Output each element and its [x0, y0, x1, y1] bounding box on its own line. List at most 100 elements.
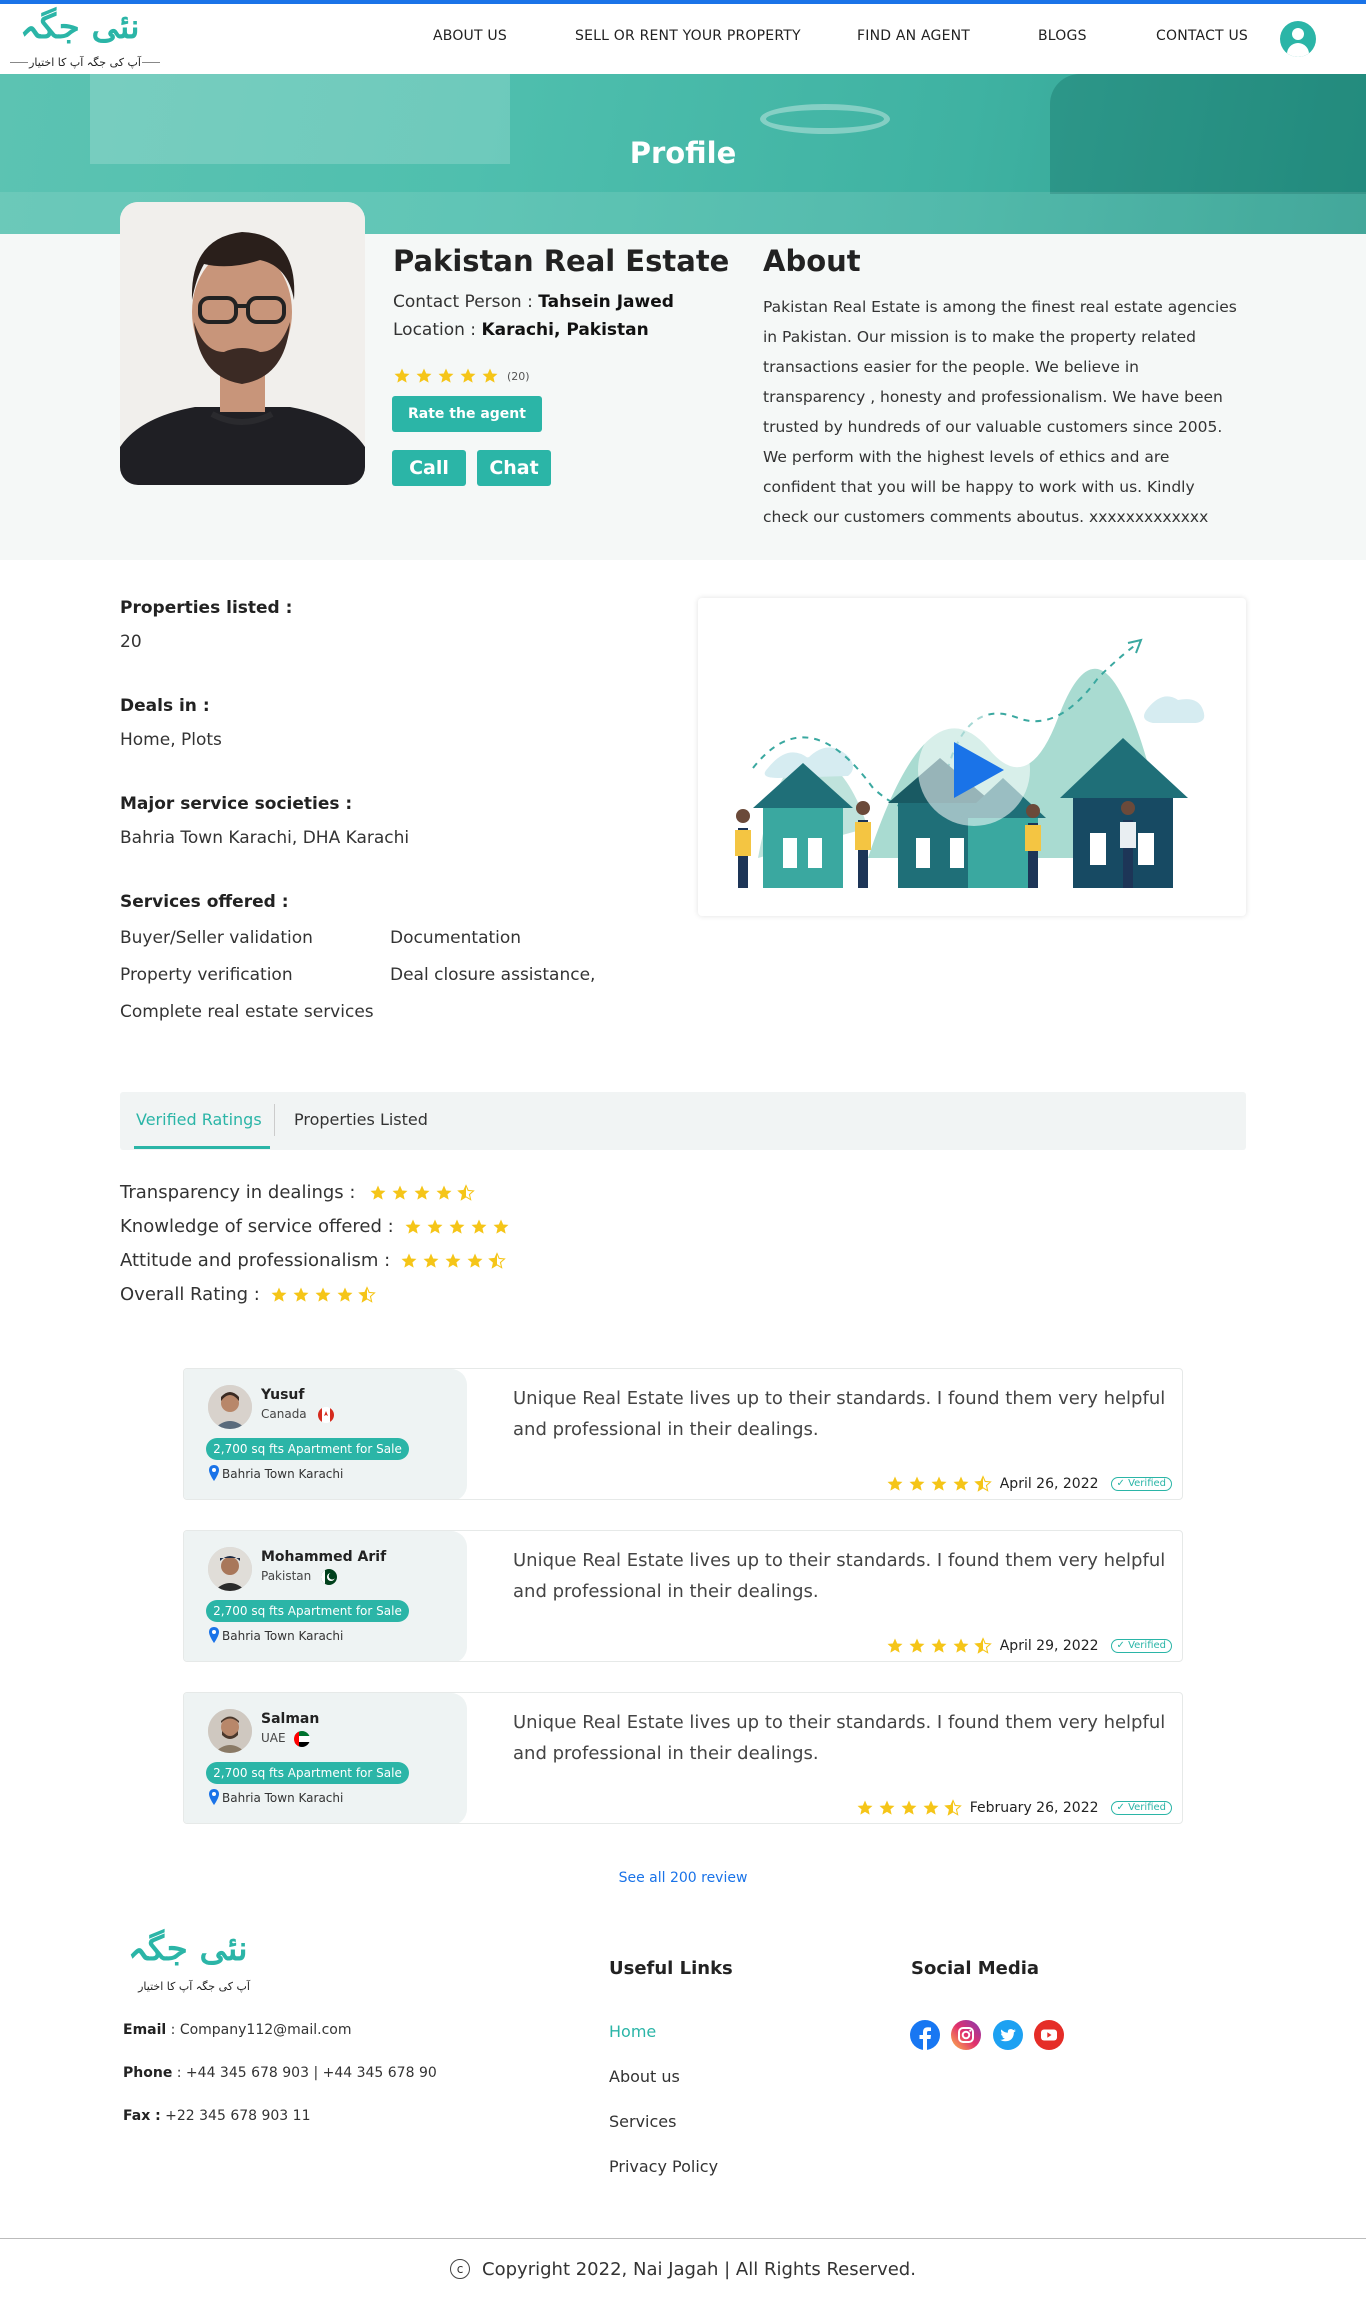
canada-flag-icon: [318, 1407, 334, 1423]
rate-agent-button[interactable]: Rate the agent: [392, 396, 542, 432]
footer-link-services[interactable]: Services: [609, 2112, 676, 2131]
rating-overall: Overall Rating :: [120, 1284, 376, 1305]
reviewer-name: Yusuf: [261, 1387, 305, 1403]
star-icon: [886, 1475, 904, 1493]
star-icon: [400, 1252, 418, 1270]
star-icon: [437, 367, 455, 385]
agent-rating: (20): [393, 367, 530, 385]
nav-blogs[interactable]: BLOGS: [1038, 28, 1087, 44]
star-rating: [404, 1218, 510, 1236]
agent-location: Location : Karachi, Pakistan: [393, 320, 649, 340]
avatar: [208, 1547, 252, 1591]
star-icon: [369, 1184, 387, 1202]
footer-fax: Fax : +22 345 678 903 11: [123, 2108, 311, 2124]
logo[interactable]: نئی جگہ آپ کی جگہ آپ کا اختیار: [10, 7, 160, 70]
deals-in-label: Deals in :: [120, 696, 210, 716]
deals-in-value: Home, Plots: [120, 730, 222, 750]
footer-logo[interactable]: نئی جگہ آپ کی جگہ آپ کا اختیار: [124, 1928, 264, 1998]
tab-properties-listed[interactable]: Properties Listed: [294, 1110, 428, 1129]
star-icon: [422, 1252, 440, 1270]
location-pin-icon: [209, 1465, 219, 1481]
star-half-icon: [974, 1475, 992, 1493]
star-icon: [470, 1218, 488, 1236]
reviewer-country: Pakistan: [261, 1569, 312, 1583]
youtube-icon[interactable]: [1034, 2020, 1064, 2050]
star-half-icon: [488, 1252, 506, 1270]
properties-listed-value: 20: [120, 632, 142, 652]
star-rating: [400, 1252, 506, 1270]
star-icon: [930, 1475, 948, 1493]
services-label: Services offered :: [120, 892, 289, 912]
about-text: Pakistan Real Estate is among the finest…: [763, 298, 1237, 526]
footer-logo-tagline: آپ کی جگہ آپ کا اختیار: [138, 1980, 250, 1993]
twitter-icon[interactable]: [993, 2020, 1023, 2050]
agent-photo: [120, 202, 365, 485]
footer-link-privacy[interactable]: Privacy Policy: [609, 2157, 718, 2176]
property-badge: 2,700 sq fts Apartment for Sale: [206, 1600, 409, 1622]
footer-logo-text: نئی جگہ: [128, 1929, 248, 1969]
copyright: c Copyright 2022, Nai Jagah | All Rights …: [0, 2259, 1366, 2280]
review-card: Yusuf Canada 2,700 sq fts Apartment for …: [183, 1368, 1183, 1500]
chat-button[interactable]: Chat: [477, 450, 551, 486]
star-icon: [459, 367, 477, 385]
star-icon: [292, 1286, 310, 1304]
footer-link-about[interactable]: About us: [609, 2067, 680, 2086]
star-icon: [908, 1637, 926, 1655]
properties-listed-label: Properties listed :: [120, 598, 293, 618]
star-rating: [270, 1286, 376, 1304]
review-location: Bahria Town Karachi: [222, 1467, 344, 1481]
star-icon: [930, 1637, 948, 1655]
star-icon: [426, 1218, 444, 1236]
reviewer-country: Canada: [261, 1407, 307, 1421]
star-rating: [886, 1475, 992, 1493]
instagram-icon[interactable]: [951, 2020, 981, 2050]
star-icon: [466, 1252, 484, 1270]
star-icon: [314, 1286, 332, 1304]
star-half-icon: [944, 1799, 962, 1817]
active-tab-indicator: [134, 1146, 270, 1149]
review-card: Salman UAE 2,700 sq fts Apartment for Sa…: [183, 1692, 1183, 1824]
review-card: Mohammed Arif Pakistan 2,700 sq fts Apar…: [183, 1530, 1183, 1662]
rating-transparency: Transparency in dealings :: [120, 1182, 475, 1203]
profile-tabs: Verified Ratings Properties Listed: [120, 1092, 1246, 1150]
star-icon: [481, 367, 499, 385]
service-item: Property verification: [120, 965, 293, 985]
star-icon: [492, 1218, 510, 1236]
avatar: [208, 1385, 252, 1429]
pakistan-flag-icon: [321, 1569, 337, 1585]
footer-link-home[interactable]: Home: [609, 2022, 656, 2041]
star-icon: [952, 1475, 970, 1493]
nav-sell-rent[interactable]: SELL OR RENT YOUR PROPERTY: [575, 28, 801, 44]
nav-find-agent[interactable]: FIND AN AGENT: [857, 28, 970, 44]
societies-value: Bahria Town Karachi, DHA Karachi: [120, 828, 410, 848]
avatar: [208, 1709, 252, 1753]
review-location: Bahria Town Karachi: [222, 1629, 344, 1643]
nav-about-us[interactable]: ABOUT US: [433, 28, 507, 44]
see-all-reviews-link[interactable]: See all 200 review: [0, 1870, 1366, 1886]
rating-count: (20): [507, 369, 530, 383]
reviewer-name: Mohammed Arif: [261, 1549, 387, 1565]
star-icon: [391, 1184, 409, 1202]
star-rating: [886, 1637, 992, 1655]
site-header: نئی جگہ آپ کی جگہ آپ کا اختیار ABOUT US …: [0, 4, 1366, 74]
star-icon: [878, 1799, 896, 1817]
star-icon: [413, 1184, 431, 1202]
star-icon: [393, 367, 411, 385]
property-badge: 2,700 sq fts Apartment for Sale: [206, 1438, 409, 1460]
user-circle-icon[interactable]: [1280, 21, 1316, 57]
call-button[interactable]: Call: [392, 450, 466, 486]
tab-verified-ratings[interactable]: Verified Ratings: [136, 1110, 262, 1129]
star-icon: [856, 1799, 874, 1817]
review-text: Unique Real Estate lives up to their sta…: [513, 1712, 1166, 1764]
star-icon: [448, 1218, 466, 1236]
service-item: Complete real estate services: [120, 1002, 374, 1022]
about-title: About: [763, 244, 861, 278]
star-icon: [922, 1799, 940, 1817]
copyright-icon: c: [450, 2259, 471, 2279]
footer-phone: Phone : +44 345 678 903 | +44 345 678 90: [123, 2065, 437, 2081]
star-icon: [908, 1475, 926, 1493]
facebook-icon[interactable]: [910, 2020, 940, 2050]
nav-contact-us[interactable]: CONTACT US: [1156, 28, 1248, 44]
uae-flag-icon: [294, 1731, 310, 1747]
intro-video[interactable]: [698, 598, 1246, 916]
